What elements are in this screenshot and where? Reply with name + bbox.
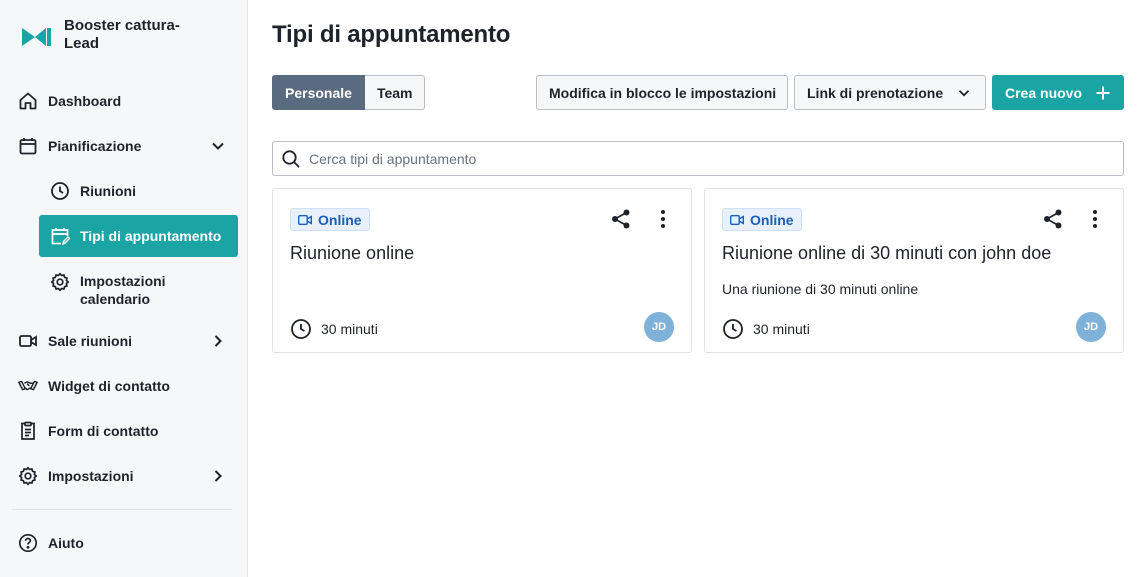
share-icon bbox=[612, 209, 630, 229]
location-badge: Online bbox=[290, 208, 370, 231]
sidebar-item-aiuto[interactable]: Aiuto bbox=[18, 528, 228, 558]
video-icon bbox=[730, 214, 744, 225]
sidebar-item-widget-di-contatto[interactable]: Widget di contatto bbox=[18, 371, 228, 401]
form-icon bbox=[18, 421, 38, 441]
sidebar-item-impostazioni-calendario[interactable]: Impostazioni calendario bbox=[50, 272, 230, 308]
card-duration: 30 minuti bbox=[722, 318, 810, 340]
gear-icon bbox=[50, 272, 70, 292]
appointment-type-card[interactable]: Online Riunione online di 30 minuti con … bbox=[704, 188, 1124, 353]
sidebar-item-sale-riunioni[interactable]: Sale riunioni bbox=[18, 326, 228, 356]
card-actions bbox=[1025, 205, 1109, 233]
avatar: JD bbox=[644, 312, 674, 342]
chevron-down-icon bbox=[958, 89, 970, 97]
clock-icon bbox=[50, 181, 70, 201]
clock-icon bbox=[291, 319, 311, 339]
plus-icon bbox=[1096, 86, 1110, 99]
create-new-button[interactable]: Crea nuovo bbox=[992, 75, 1124, 110]
sidebar-item-label: Dashboard bbox=[48, 93, 122, 109]
brand-name: Booster cattura-Lead bbox=[64, 17, 180, 52]
sidebar-item-label: Impostazioni bbox=[48, 468, 134, 484]
sidebar-item-active-bg: Tipi di appuntamento bbox=[39, 215, 238, 257]
more-options-button[interactable] bbox=[1081, 205, 1109, 233]
card-title: Riunione online bbox=[290, 243, 415, 263]
calendar-icon bbox=[18, 136, 38, 156]
card-duration: 30 minuti bbox=[290, 318, 378, 340]
share-icon bbox=[1044, 209, 1062, 229]
share-button[interactable] bbox=[1039, 205, 1067, 233]
badge-label: Online bbox=[318, 211, 362, 228]
video-icon bbox=[298, 214, 312, 225]
duration-label: 30 minuti bbox=[321, 321, 378, 337]
sidebar-item-label: Pianificazione bbox=[48, 138, 142, 154]
sidebar-item-impostazioni[interactable]: Impostazioni bbox=[18, 461, 228, 491]
share-button[interactable] bbox=[607, 205, 635, 233]
main-content: Tipi di appuntamento Personale Team Modi… bbox=[248, 0, 1143, 577]
tab-personale[interactable]: Personale bbox=[272, 75, 365, 110]
card-description: Una riunione di 30 minuti online bbox=[722, 281, 919, 297]
booking-link-label: Link di prenotazione bbox=[807, 84, 944, 101]
help-icon bbox=[18, 533, 38, 553]
appointment-type-card[interactable]: Online Riunione online 30 minuti JD bbox=[272, 188, 692, 353]
search-input[interactable] bbox=[309, 150, 1109, 167]
video-icon bbox=[18, 331, 38, 351]
sidebar-item-label: Impostazioni calendario bbox=[80, 273, 166, 307]
more-vertical-icon bbox=[1093, 210, 1097, 228]
sidebar-item-label: Sale riunioni bbox=[48, 333, 133, 349]
sidebar: Booster cattura-Lead Dashboard Pianifica… bbox=[0, 0, 248, 577]
chevron-right-icon[interactable] bbox=[208, 331, 228, 351]
search-icon bbox=[282, 149, 300, 168]
sidebar-item-form-di-contatto[interactable]: Form di contatto bbox=[18, 416, 228, 446]
page-title: Tipi di appuntamento bbox=[272, 21, 511, 48]
sidebar-item-pianificazione[interactable]: Pianificazione bbox=[18, 131, 228, 161]
chevron-right-icon[interactable] bbox=[208, 466, 228, 486]
sidebar-divider bbox=[12, 509, 232, 510]
bulk-edit-button[interactable]: Modifica in blocco le impostazioni bbox=[536, 75, 788, 110]
bulk-edit-label: Modifica in blocco le impostazioni bbox=[549, 84, 777, 101]
more-vertical-icon bbox=[661, 210, 665, 228]
badge-label: Online bbox=[750, 211, 794, 228]
sidebar-item-tipi-di-appuntamento[interactable]: Tipi di appuntamento bbox=[50, 221, 230, 251]
chevron-down-icon[interactable] bbox=[208, 136, 228, 156]
sidebar-item-riunioni[interactable]: Riunioni bbox=[50, 176, 230, 206]
clock-icon bbox=[723, 319, 743, 339]
card-actions bbox=[593, 205, 677, 233]
search-box bbox=[272, 141, 1124, 176]
brand-logo-icon bbox=[22, 28, 51, 46]
create-new-label: Crea nuovo bbox=[1005, 84, 1083, 101]
sidebar-item-label: Form di contatto bbox=[48, 423, 159, 439]
avatar: JD bbox=[1076, 312, 1106, 342]
home-icon bbox=[18, 91, 38, 111]
card-title: Riunione online di 30 minuti con john do… bbox=[722, 243, 1052, 263]
brand[interactable]: Booster cattura-Lead bbox=[22, 17, 222, 57]
owner-toggle: Personale Team bbox=[272, 75, 426, 110]
booking-link-dropdown[interactable]: Link di prenotazione bbox=[794, 75, 986, 110]
gear-icon bbox=[18, 466, 38, 486]
calendar-edit-icon bbox=[50, 226, 70, 246]
sidebar-item-label: Tipi di appuntamento bbox=[80, 228, 222, 244]
sidebar-item-dashboard[interactable]: Dashboard bbox=[18, 86, 228, 116]
location-badge: Online bbox=[722, 208, 802, 231]
handshake-icon bbox=[18, 376, 38, 396]
sidebar-item-label: Aiuto bbox=[48, 535, 84, 551]
more-options-button[interactable] bbox=[649, 205, 677, 233]
tab-team[interactable]: Team bbox=[364, 75, 426, 110]
duration-label: 30 minuti bbox=[753, 321, 810, 337]
sidebar-item-label: Widget di contatto bbox=[48, 378, 170, 394]
sidebar-item-label: Riunioni bbox=[80, 183, 136, 199]
